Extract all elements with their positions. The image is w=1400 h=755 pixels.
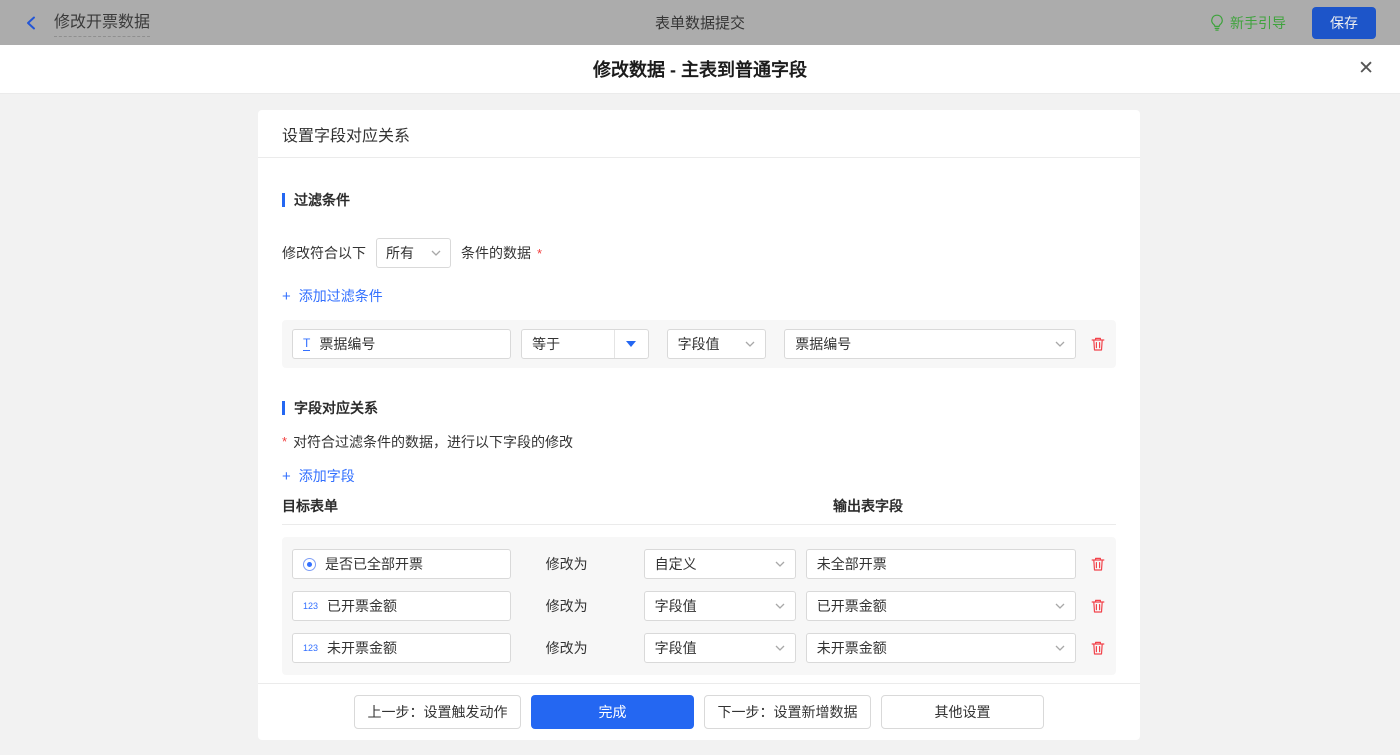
text-field-icon: T [303,337,310,351]
section-accent-bar [282,193,285,207]
trash-icon [1090,336,1106,352]
mapping-row: 123 未开票金额 修改为 字段值 未开票金额 [292,633,1106,663]
mapping-row: 是否已全部开票 修改为 自定义 未全部开票 [292,549,1106,579]
done-button[interactable]: 完成 [531,695,694,729]
filter-field-input[interactable]: T 票据编号 [292,329,511,359]
required-asterisk: * [282,434,287,449]
mapping-row: 123 已开票金额 修改为 字段值 已开票金额 [292,591,1106,621]
modify-to-label: 修改为 [546,554,590,574]
next-step-button[interactable]: 下一步：设置新增数据 [704,695,871,729]
chevron-down-icon [775,561,785,567]
chevron-down-icon [1055,645,1065,651]
modal-header: 修改数据 - 主表到普通字段 ✕ [0,45,1400,94]
value-type-select[interactable]: 字段值 [644,591,796,621]
delete-mapping-row-button[interactable] [1090,640,1106,656]
radio-icon [303,558,316,571]
field-mapping-card: 设置字段对应关系 过滤条件 修改符合以下 所有 条件的数据 * + 添加过滤条件 [258,110,1140,740]
operator-caret-button[interactable] [614,330,648,358]
beginner-guide-label: 新手引导 [1230,13,1286,33]
required-asterisk: * [537,246,542,261]
chevron-down-icon [775,645,785,651]
mapping-table-header: 目标表单 输出表字段 [282,496,1116,525]
chevron-down-icon [775,603,785,609]
chevron-down-icon [431,250,441,256]
output-field-select[interactable]: 未开票金额 [806,633,1076,663]
triangle-down-icon [626,341,636,347]
chevron-down-icon [745,341,755,347]
page-title: 表单数据提交 [655,12,745,33]
add-filter-condition-link[interactable]: + 添加过滤条件 [282,286,383,306]
plus-icon: + [282,469,291,484]
plus-icon: + [282,289,291,304]
number-icon: 123 [303,601,318,611]
match-suffix-label: 条件的数据 [461,243,531,263]
add-field-link[interactable]: + 添加字段 [282,466,355,486]
lightbulb-icon [1210,14,1224,31]
card-title: 设置字段对应关系 [258,110,1140,158]
filter-section-title: 过滤条件 [282,190,1116,210]
mapping-section-title: 字段对应关系 [282,398,1116,418]
column-header-output-field: 输出表字段 [833,496,903,516]
target-field-input[interactable]: 123 已开票金额 [292,591,511,621]
save-button[interactable]: 保存 [1312,7,1376,39]
trash-icon [1090,598,1106,614]
trash-icon [1090,556,1106,572]
filter-value-select[interactable]: 票据编号 [784,329,1076,359]
modal-title: 修改数据 - 主表到普通字段 [593,56,807,82]
value-type-select[interactable]: 字段值 [644,633,796,663]
target-field-input[interactable]: 123 未开票金额 [292,633,511,663]
filter-condition-row: T 票据编号 等于 字段值 票据编号 [282,320,1116,368]
back-chevron-icon[interactable] [24,15,40,31]
match-prefix-label: 修改符合以下 [282,243,366,263]
close-icon[interactable]: ✕ [1358,59,1374,78]
trash-icon [1090,640,1106,656]
workflow-node-title[interactable]: 修改开票数据 [54,8,150,37]
other-settings-button[interactable]: 其他设置 [881,695,1044,729]
chevron-down-icon [1055,603,1065,609]
section-accent-bar [282,401,285,415]
column-header-target-form: 目标表单 [282,496,833,516]
mapping-rows-band: 是否已全部开票 修改为 自定义 未全部开票 [282,537,1116,675]
value-type-select[interactable]: 自定义 [644,549,796,579]
filter-match-row: 修改符合以下 所有 条件的数据 * [282,238,1116,268]
modal-body: 设置字段对应关系 过滤条件 修改符合以下 所有 条件的数据 * + 添加过滤条件 [0,94,1400,755]
delete-mapping-row-button[interactable] [1090,598,1106,614]
modify-to-label: 修改为 [546,638,590,658]
prev-step-button[interactable]: 上一步：设置触发动作 [354,695,521,729]
match-mode-select[interactable]: 所有 [376,238,451,268]
delete-mapping-row-button[interactable] [1090,556,1106,572]
chevron-down-icon [1055,341,1065,347]
filter-value-type-select[interactable]: 字段值 [667,329,767,359]
number-icon: 123 [303,643,318,653]
output-field-select[interactable]: 已开票金额 [806,591,1076,621]
delete-filter-row-button[interactable] [1090,336,1106,352]
beginner-guide-link[interactable]: 新手引导 [1210,13,1286,33]
modify-to-label: 修改为 [546,596,590,616]
mapping-description: * 对符合过滤条件的数据，进行以下字段的修改 [282,432,1116,452]
filter-operator-select[interactable]: 等于 [521,329,648,359]
custom-value-input[interactable]: 未全部开票 [806,549,1076,579]
card-footer: 上一步：设置触发动作 完成 下一步：设置新增数据 其他设置 [258,683,1140,740]
topbar: 修改开票数据 表单数据提交 新手引导 保存 [0,0,1400,45]
target-field-input[interactable]: 是否已全部开票 [292,549,511,579]
